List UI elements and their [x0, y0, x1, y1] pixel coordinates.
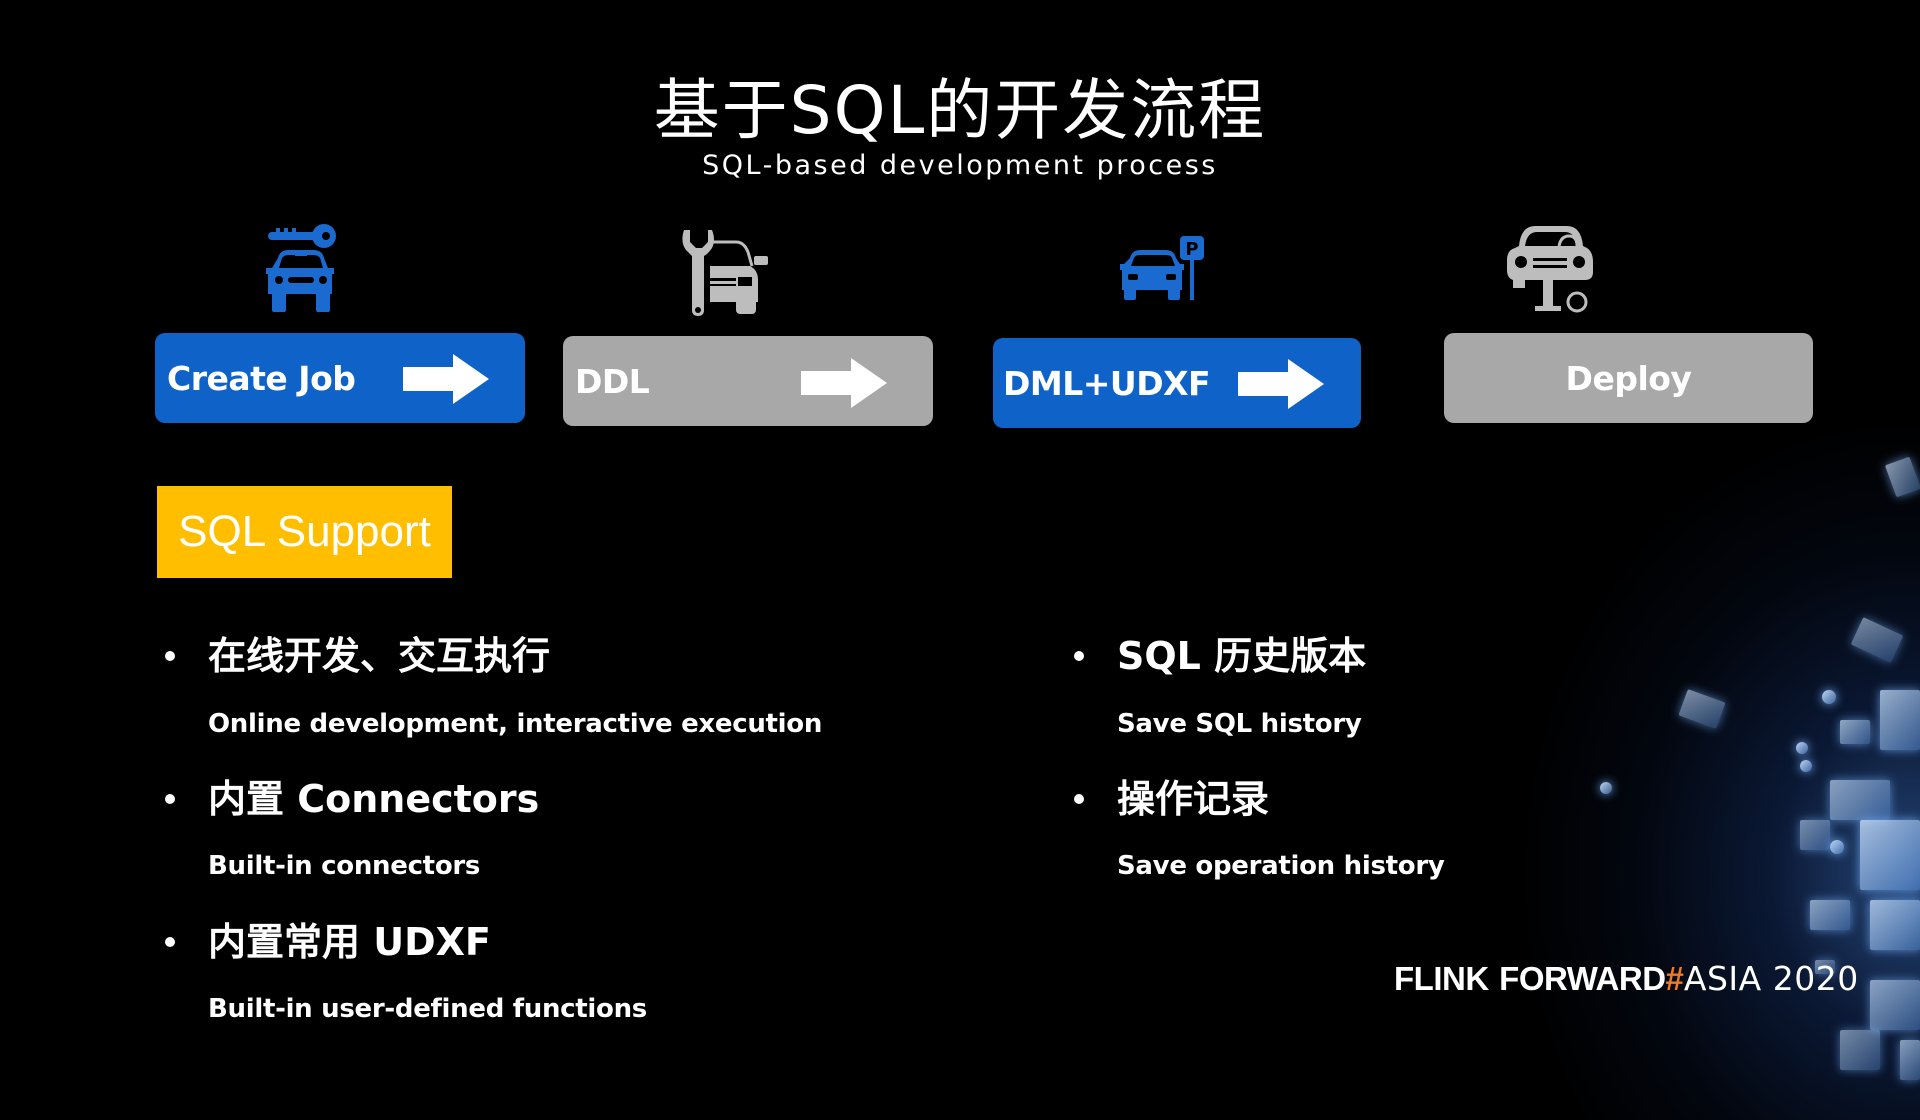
step-label: Deploy — [1565, 358, 1692, 398]
logo-hash: # — [1665, 960, 1684, 997]
logo-flink: FLINK — [1394, 960, 1489, 997]
car-repair-wrench-icon — [682, 230, 768, 316]
bullet-icon — [1074, 651, 1084, 661]
flink-forward-logo: FLINK FORWARD#ASIA 2020 — [1394, 960, 1859, 998]
arrow-right-icon — [801, 358, 887, 408]
feature-subtext: Built-in connectors — [208, 851, 481, 881]
feature-subtext: Online development, interactive executio… — [208, 709, 823, 739]
feature-heading: 操作记录 — [1117, 777, 1270, 821]
feature-subtext: Save operation history — [1117, 851, 1445, 881]
feature-heading: 内置常用 UDXF — [208, 920, 491, 964]
step-create-job[interactable]: Create Job — [155, 333, 525, 423]
feature-heading: 内置 Connectors — [208, 777, 540, 821]
step-deploy[interactable]: Deploy — [1444, 333, 1813, 423]
svg-text:P: P — [1185, 239, 1198, 260]
step-label: Create Job — [167, 358, 356, 398]
logo-forward: FORWARD — [1499, 960, 1666, 997]
arrow-right-icon — [403, 354, 489, 404]
feature-subtext: Built-in user-defined functions — [208, 994, 647, 1024]
badge-label: SQL Support — [178, 507, 431, 556]
feature-heading: 在线开发、交互执行 — [208, 634, 551, 678]
step-ddl[interactable]: DDL — [563, 336, 933, 426]
feature-subtext: Save SQL history — [1117, 709, 1362, 739]
step-label: DML+UDXF — [1003, 363, 1211, 403]
bullet-icon — [165, 651, 175, 661]
car-key-icon — [266, 224, 336, 312]
step-dml-udxf[interactable]: DML+UDXF — [993, 338, 1361, 428]
page-title: 基于SQL的开发流程 — [653, 72, 1267, 149]
bullet-icon — [165, 937, 175, 947]
step-label: DDL — [575, 361, 650, 401]
bullet-icon — [1074, 794, 1084, 804]
car-lift-icon — [1507, 226, 1593, 313]
arrow-right-icon — [1238, 359, 1324, 409]
logo-asia-2020: ASIA 2020 — [1683, 959, 1859, 998]
page-subtitle: SQL-based development process — [702, 150, 1218, 181]
bullet-icon — [165, 794, 175, 804]
feature-heading: SQL 历史版本 — [1117, 634, 1367, 678]
background-glow-decoration — [1520, 420, 1920, 1120]
sql-support-badge: SQL Support — [157, 486, 452, 578]
car-parking-icon: P — [1120, 236, 1204, 300]
